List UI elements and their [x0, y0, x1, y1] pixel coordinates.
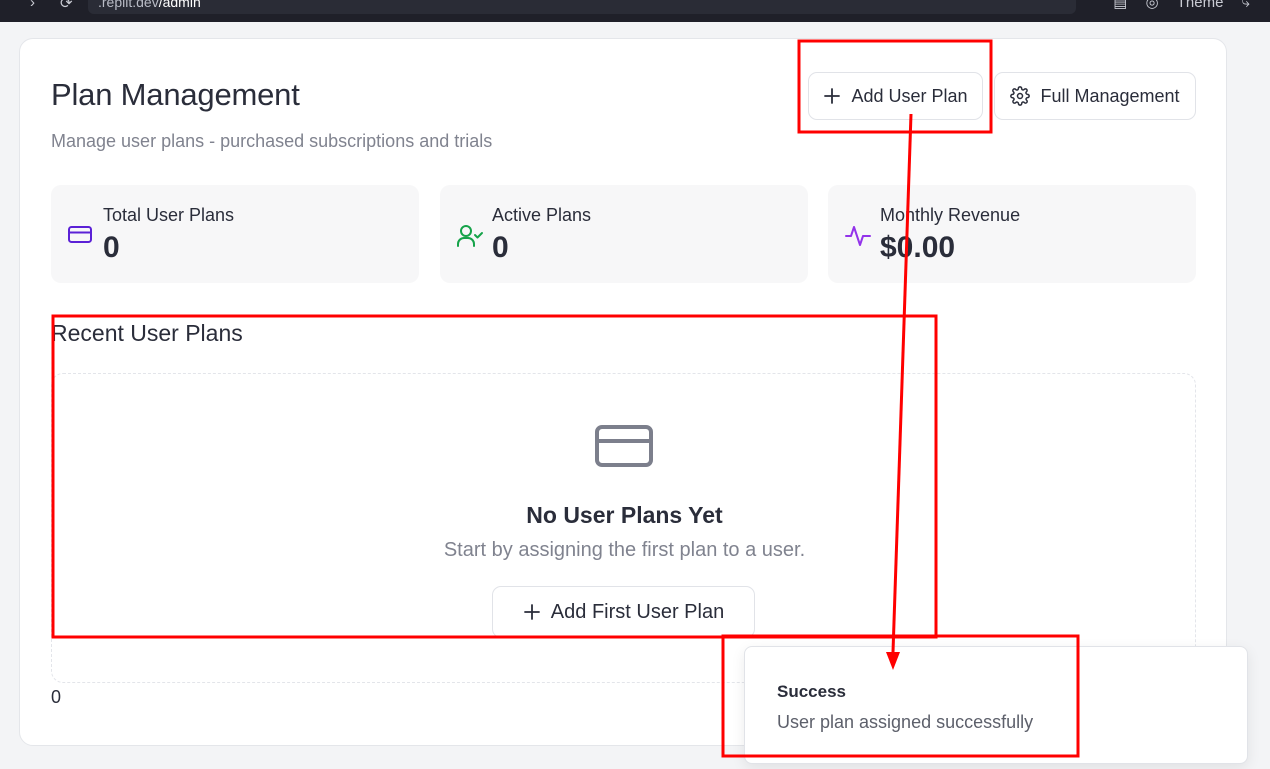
stat-value: 0	[492, 231, 509, 264]
add-first-user-plan-button[interactable]: Add First User Plan	[492, 586, 755, 638]
stat-label: Monthly Revenue	[880, 205, 1021, 225]
page-title: Plan Management	[51, 77, 300, 112]
user-check-icon	[457, 225, 483, 247]
empty-state: No User Plans Yet Start by assigning the…	[51, 373, 1196, 683]
credit-card-icon	[595, 425, 653, 467]
section-title: Recent User Plans	[51, 320, 243, 346]
add-user-plan-button[interactable]: Add User Plan	[808, 72, 983, 120]
activity-icon	[845, 226, 871, 246]
toast-title: Success	[777, 682, 846, 701]
reload-icon[interactable]: ⟳	[60, 0, 73, 12]
url-host: .replit.dev	[98, 0, 159, 10]
plans-count: 0	[51, 687, 62, 707]
success-toast[interactable]: Success User plan assigned successfully	[744, 646, 1248, 764]
plan-management-card: Plan Management Manage user plans - purc…	[19, 38, 1227, 746]
plus-icon	[824, 88, 841, 104]
page-subtitle: Manage user plans - purchased subscripti…	[51, 131, 493, 151]
split-view-icon[interactable]: ▤	[1113, 0, 1127, 11]
stat-label: Total User Plans	[103, 205, 235, 225]
credit-card-icon	[68, 226, 92, 243]
toast-description: User plan assigned successfully	[777, 712, 1034, 732]
palette-icon[interactable]: ◎	[1145, 0, 1158, 11]
browser-toolbar: › ⟳ .replit.dev/admin ▤ ◎ Theme ⤷	[0, 0, 1270, 22]
empty-state-title: No User Plans Yet	[526, 502, 723, 528]
address-bar[interactable]: .replit.dev/admin	[88, 0, 1076, 14]
wrench-icon[interactable]: ⤷	[1242, 0, 1250, 11]
stat-active-plans: Active Plans 0	[440, 185, 808, 283]
browser-tools: ▤ ◎ Theme ⤷	[1099, 0, 1250, 11]
stat-monthly-revenue: Monthly Revenue $0.00	[828, 185, 1196, 283]
gear-icon	[1010, 86, 1031, 106]
forward-icon[interactable]: ›	[30, 0, 35, 11]
full-management-button[interactable]: Full Management	[994, 72, 1196, 120]
stat-value: 0	[103, 231, 120, 264]
add-user-plan-label: Add User Plan	[851, 85, 968, 106]
url-path: /admin	[158, 0, 201, 10]
full-management-label: Full Management	[1040, 85, 1180, 106]
add-first-user-plan-label: Add First User Plan	[550, 600, 725, 623]
empty-state-description: Start by assigning the first plan to a u…	[443, 539, 806, 561]
stat-label: Active Plans	[492, 205, 592, 225]
theme-button[interactable]: Theme	[1177, 0, 1224, 11]
plus-icon	[523, 604, 540, 620]
stat-total-user-plans: Total User Plans 0	[51, 185, 419, 283]
stat-value: $0.00	[880, 231, 956, 264]
